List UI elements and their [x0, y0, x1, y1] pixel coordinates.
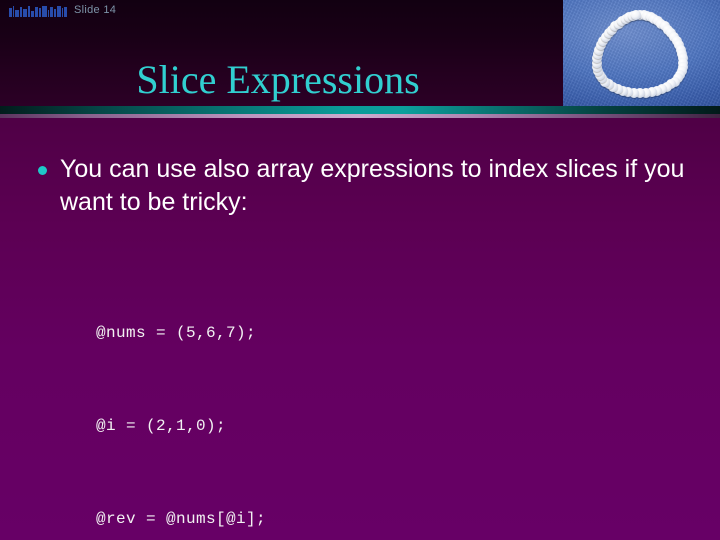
- bullet-item-text: You can use also array expressions to in…: [60, 155, 685, 216]
- code-line: @nums = (5,6,7);: [96, 324, 257, 342]
- bullet-dot-icon: [38, 166, 47, 175]
- divider-rule-teal: [0, 106, 720, 114]
- page-title: Slice Expressions: [136, 57, 420, 102]
- divider-rule-light: [0, 114, 720, 118]
- necklace-beads: [581, 9, 699, 99]
- code-line: @rev = @nums[@i];: [96, 510, 267, 528]
- code-line: @i = (2,1,0);: [96, 417, 227, 435]
- slide-number-label: Slide 14: [74, 4, 117, 16]
- pearl-necklace-photo: [563, 0, 720, 106]
- list-item: You can use also array expressions to in…: [38, 153, 698, 219]
- code-block: @nums = (5,6,7); @i = (2,1,0); @rev = @n…: [96, 256, 597, 540]
- presentation-logo-icon: [9, 5, 68, 17]
- bullet-list: You can use also array expressions to in…: [38, 153, 698, 219]
- slide-canvas: Slide 14 Slice Expressions You can use a…: [0, 0, 720, 540]
